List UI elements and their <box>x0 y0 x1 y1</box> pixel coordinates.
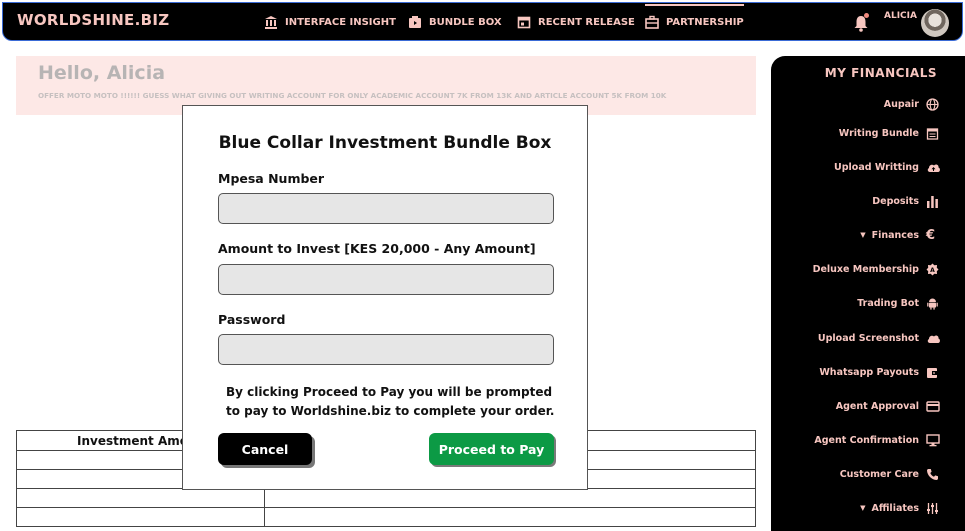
android-icon <box>926 297 939 310</box>
nav-partnership[interactable]: PARTNERSHIP <box>645 4 744 30</box>
table-cell <box>264 507 756 527</box>
mpesa-number-input[interactable] <box>218 193 554 224</box>
sidebar-item-upload-writting[interactable]: Upload Writting <box>834 159 940 175</box>
sidebar-item-upload-screenshot[interactable]: Upload Screenshot <box>817 330 940 346</box>
username[interactable]: ALICIA <box>884 11 917 21</box>
mpesa-label: Mpesa Number <box>218 171 325 186</box>
notification-dot <box>864 13 869 18</box>
avatar[interactable] <box>921 9 949 37</box>
cancel-button[interactable]: Cancel <box>218 433 312 465</box>
nav-interface-insight[interactable]: INTERFACE INSIGHT <box>264 14 396 30</box>
sidebar-item-label: Aupair <box>883 98 919 110</box>
sidebar-item-deluxe-membership[interactable]: Deluxe Membership A <box>813 261 939 277</box>
nav-bundle-box[interactable]: BUNDLE BOX <box>408 14 502 30</box>
svg-text:A: A <box>930 267 935 274</box>
table-cell <box>16 507 265 527</box>
sidebar-item-affiliates[interactable]: ▼ Affiliates <box>860 500 939 516</box>
nav-label: RECENT RELEASE <box>538 16 635 28</box>
sidebar-item-label: Finances <box>871 229 919 241</box>
sidebar-item-label: Deposits <box>872 195 919 207</box>
monitor-icon <box>926 433 940 447</box>
password-label: Password <box>218 312 286 327</box>
phone-icon <box>926 468 939 481</box>
cloud-upload-icon <box>926 161 940 174</box>
cloud-icon <box>926 332 940 345</box>
bank-icon <box>264 15 278 29</box>
sidebar-item-agent-approval[interactable]: Agent Approval <box>835 398 940 414</box>
nav-recent-release[interactable]: RECENT RELEASE <box>517 14 635 30</box>
caret-down-icon: ▼ <box>860 504 866 512</box>
table-cell <box>264 488 756 508</box>
amount-label: Amount to Invest [KES 20,000 - Any Amoun… <box>218 241 536 256</box>
credit-card-icon <box>926 400 940 413</box>
proceed-to-pay-button[interactable]: Proceed to Pay <box>429 433 554 465</box>
table-row <box>16 488 756 508</box>
top-navbar: WORLDSHINE.BIZ INTERFACE INSIGHT BUNDLE … <box>2 2 963 41</box>
euro-icon: € <box>926 227 936 243</box>
sidebar-item-label: Whatsapp Payouts <box>819 366 919 378</box>
sidebar-item-aupair[interactable]: Aupair <box>884 96 939 112</box>
sidebar-item-customer-care[interactable]: Customer Care <box>840 466 939 482</box>
sidebar-item-label: Affiliates <box>871 502 919 514</box>
brand-logo[interactable]: WORLDSHINE.BIZ <box>17 11 169 29</box>
modal-title: Blue Collar Investment Bundle Box <box>218 133 552 153</box>
sidebar-item-trading-bot[interactable]: Trading Bot <box>857 295 939 311</box>
financials-sidebar: MY FINANCIALS Aupair Writing Bundle Uplo… <box>771 56 965 531</box>
table-row <box>16 507 756 527</box>
bar-chart-icon <box>926 195 939 208</box>
sidebar-item-deposits[interactable]: Deposits <box>872 193 939 209</box>
sidebar-item-label: Customer Care <box>839 468 919 480</box>
sidebar-item-label: Upload Writting <box>834 161 919 173</box>
globe-icon <box>926 97 939 111</box>
video-box-icon <box>408 15 422 29</box>
caret-down-icon: ▼ <box>860 231 866 239</box>
greeting-title: Hello, Alicia <box>38 62 166 84</box>
sidebar-item-label: Writing Bundle <box>838 127 919 139</box>
sidebar-item-label: Agent Confirmation <box>814 434 919 446</box>
calendar-icon <box>517 15 531 29</box>
amount-input[interactable] <box>218 264 554 295</box>
calendar-icon <box>926 127 939 140</box>
badge-icon: A <box>926 263 939 276</box>
nav-label: PARTNERSHIP <box>666 16 744 28</box>
sidebar-item-label: Upload Screenshot <box>817 332 919 344</box>
nav-label: BUNDLE BOX <box>429 16 502 28</box>
briefcase-icon <box>645 15 659 29</box>
payment-note: By clicking Proceed to Pay you will be p… <box>226 385 555 418</box>
sidebar-title: MY FINANCIALS <box>824 66 937 80</box>
sidebar-item-whatsapp-payouts[interactable]: Whatsapp Payouts <box>819 364 939 380</box>
sliders-icon <box>926 502 939 515</box>
offer-ticker: OFFER MOTO MOTO !!!!!! GUESS WHAT GIVING… <box>38 91 667 100</box>
wallet-icon <box>926 366 939 379</box>
sidebar-item-agent-confirmation[interactable]: Agent Confirmation <box>814 432 940 448</box>
nav-label: INTERFACE INSIGHT <box>285 16 396 28</box>
table-cell <box>16 488 265 508</box>
sidebar-item-label: Deluxe Membership <box>812 263 919 275</box>
sidebar-item-writing-bundle[interactable]: Writing Bundle <box>839 125 939 141</box>
sidebar-item-label: Agent Approval <box>835 400 919 412</box>
sidebar-item-label: Trading Bot <box>857 297 919 309</box>
sidebar-item-finances[interactable]: ▼ Finances € <box>860 227 939 243</box>
password-input[interactable] <box>218 334 554 365</box>
investment-modal: Blue Collar Investment Bundle Box Mpesa … <box>182 105 588 490</box>
